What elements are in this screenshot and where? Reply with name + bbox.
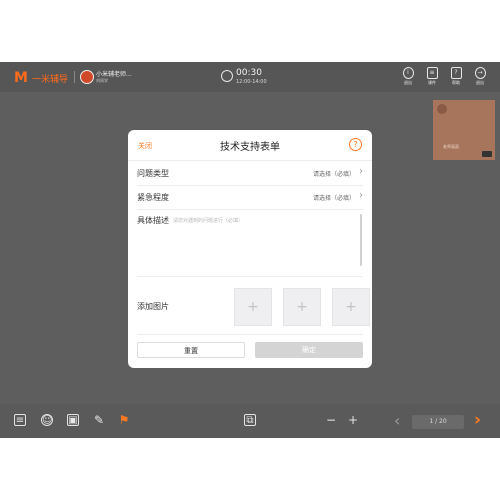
info-button[interactable]: i 退出: [401, 67, 415, 86]
help-icon[interactable]: ?: [349, 138, 362, 151]
image-icon[interactable]: ▣: [67, 414, 79, 426]
zoom-in-icon[interactable]: +: [347, 414, 359, 426]
info-label: 退出: [404, 80, 412, 85]
video-caption: 老师画面: [443, 144, 459, 149]
teacher-subtitle: 刘同学: [96, 78, 108, 83]
brand-name: 一米辅导: [32, 75, 69, 85]
urgency-select[interactable]: 紧急程度 请选择（必填） ›: [137, 185, 363, 210]
help-label: 帮助: [452, 80, 460, 85]
issue-type-label: 问题类型: [137, 169, 169, 178]
dialog-header: 关闭 技术支持表单 ?: [128, 130, 372, 161]
divider: [74, 71, 75, 83]
copy-icon[interactable]: ⧉: [244, 414, 256, 426]
teacher-name[interactable]: 小米辅老师...: [96, 69, 132, 78]
flag-icon[interactable]: ⚑: [118, 414, 130, 426]
exit-button[interactable]: → 退出: [473, 67, 487, 86]
class-timer: 00:30: [236, 68, 262, 78]
urgency-value[interactable]: 请选择（必填）: [313, 193, 355, 202]
chevron-right-icon[interactable]: ›: [359, 190, 363, 201]
pen-icon[interactable]: ✎: [93, 414, 105, 426]
exit-icon: →: [474, 67, 486, 79]
camera-icon[interactable]: [482, 151, 492, 157]
page-indicator[interactable]: 1 / 20: [412, 415, 464, 429]
support-form-dialog: 关闭 技术支持表单 ? 问题类型 请选择（必填） › 紧急程度 请选择（必填） …: [128, 130, 372, 368]
description-placeholder[interactable]: 请您对遇到的问题进行（必填）: [173, 217, 243, 224]
bottom-toolbar: ≡ ☺ ▣ ✎ ⚑ ⧉ − + ‹ 1 / 20 ›: [0, 404, 500, 438]
scrollbar[interactable]: [360, 214, 362, 266]
help-doc-icon: ?: [450, 67, 462, 79]
brand-logo: M: [14, 70, 28, 86]
confirm-button[interactable]: 确定: [255, 342, 363, 358]
courseware-button[interactable]: ≡ 课件: [425, 67, 439, 86]
courseware-label: 课件: [428, 80, 436, 85]
dialog-title: 技术支持表单: [220, 142, 280, 153]
help-button[interactable]: ? 帮助: [449, 67, 463, 86]
prev-page-icon[interactable]: ‹: [394, 411, 400, 430]
chevron-right-icon[interactable]: ›: [359, 166, 363, 177]
description-field[interactable]: 具体描述 请您对遇到的问题进行（必填）: [137, 210, 363, 277]
top-bar: M 一米辅导 小米辅老师... 刘同学 00:30 12:00-14:00 i …: [0, 62, 500, 92]
courseware-icon[interactable]: ≡: [14, 414, 26, 426]
add-photo-section: 添加图片 + + +: [137, 280, 370, 335]
clock-icon: [221, 70, 233, 82]
class-time-range: 12:00-14:00: [236, 79, 267, 85]
issue-type-select[interactable]: 问题类型 请选择（必填） ›: [137, 161, 363, 186]
add-photo-slot-1[interactable]: +: [234, 288, 272, 326]
zoom-out-icon[interactable]: −: [325, 414, 337, 426]
emoji-icon[interactable]: ☺: [41, 414, 53, 426]
urgency-label: 紧急程度: [137, 193, 169, 202]
document-icon: ≡: [426, 67, 438, 79]
next-page-icon[interactable]: ›: [474, 410, 481, 430]
add-photo-slot-2[interactable]: +: [283, 288, 321, 326]
add-photo-label: 添加图片: [137, 302, 169, 311]
add-photo-slot-3[interactable]: +: [332, 288, 370, 326]
description-label: 具体描述: [137, 216, 169, 225]
reset-button[interactable]: 重置: [137, 342, 245, 358]
info-icon: i: [402, 67, 414, 79]
teacher-video[interactable]: 老师画面: [433, 100, 495, 160]
issue-type-value[interactable]: 请选择（必填）: [313, 169, 355, 178]
teacher-avatar[interactable]: [80, 70, 94, 84]
gear-icon[interactable]: [437, 104, 447, 114]
exit-label: 退出: [476, 80, 484, 85]
